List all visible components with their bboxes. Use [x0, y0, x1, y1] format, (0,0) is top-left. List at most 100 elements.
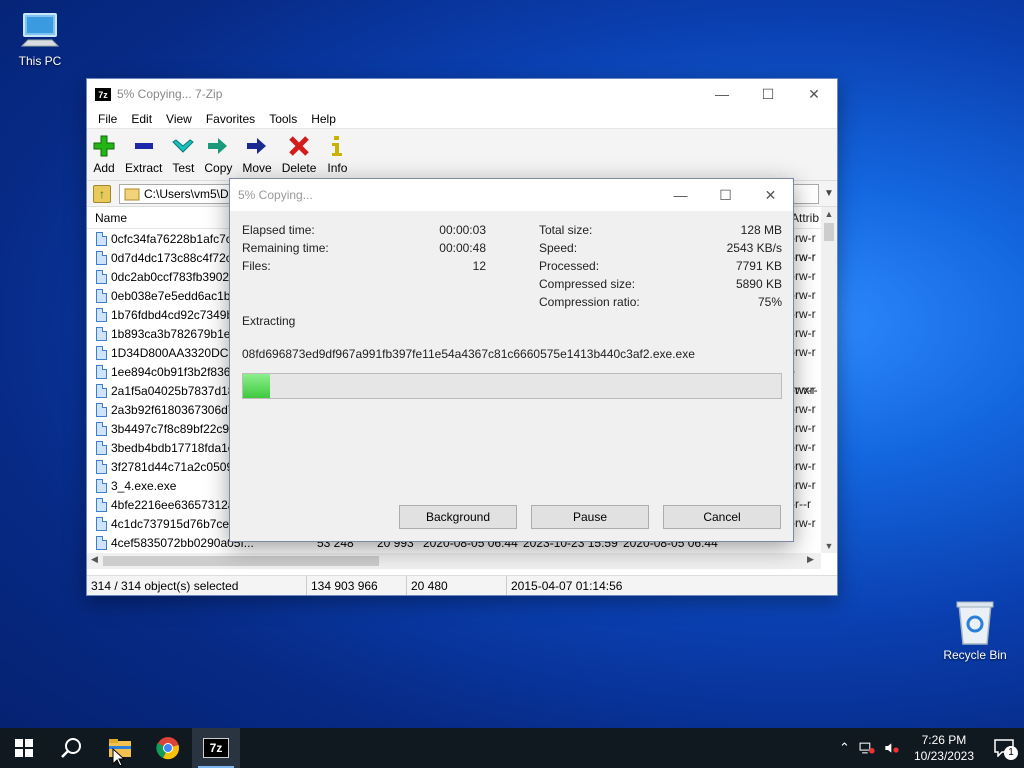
file-icon — [96, 421, 107, 436]
chevron-down-icon[interactable]: ▼ — [821, 188, 837, 199]
file-icon — [96, 459, 107, 474]
close-button[interactable]: ✕ — [791, 79, 837, 109]
desktop-icon-label: This PC — [18, 54, 62, 68]
cell-attr: -rw-r — [791, 440, 816, 454]
folder-icon — [124, 188, 140, 200]
add-button[interactable]: Add — [93, 133, 115, 175]
clock-time: 7:26 PM — [921, 733, 967, 747]
chevron-up-icon[interactable]: ⌃ — [835, 740, 854, 756]
recycle-bin-icon — [956, 601, 994, 645]
menu-tools[interactable]: Tools — [262, 112, 304, 126]
file-icon — [96, 383, 107, 398]
file-icon — [96, 535, 107, 550]
cancel-button[interactable]: Cancel — [663, 505, 781, 529]
file-icon — [96, 345, 107, 360]
test-button[interactable]: Test — [172, 133, 194, 175]
computer-icon — [20, 13, 60, 47]
speed-label: Speed: — [539, 241, 578, 255]
clock-date: 10/23/2023 — [913, 749, 974, 763]
file-icon — [96, 250, 107, 265]
cell-attr: -rw-r — [791, 250, 816, 264]
dialog-titlebar[interactable]: 5% Copying... — ☐ ✕ — [230, 179, 793, 211]
info-button[interactable]: Info — [326, 133, 348, 175]
notification-center-button[interactable]: 1 — [984, 728, 1024, 768]
file-explorer-button[interactable] — [96, 728, 144, 768]
scroll-left-icon[interactable]: ◀ — [91, 554, 98, 565]
up-folder-icon[interactable]: ↑ — [93, 184, 111, 203]
toolbar: Add Extract Test Copy Move Delete Info — [87, 129, 837, 181]
action-label: Extracting — [242, 314, 296, 328]
horizontal-scrollbar[interactable]: ◀ ▶ — [87, 553, 821, 569]
sevenzip-taskbar-button[interactable]: 7z — [192, 728, 240, 768]
cell-attr: -r--r — [791, 497, 811, 511]
progress-bar — [242, 373, 782, 399]
processed-label: Processed: — [539, 259, 600, 273]
menu-file[interactable]: File — [91, 112, 124, 126]
files-value: 12 — [472, 259, 486, 273]
move-arrow-icon — [246, 133, 268, 159]
minimize-button[interactable]: — — [699, 79, 745, 109]
files-label: Files: — [242, 259, 271, 273]
cell-attr: -rw-r — [791, 288, 816, 302]
compressed-size-value: 5890 KB — [735, 277, 782, 291]
copy-button[interactable]: Copy — [204, 133, 232, 175]
copy-arrow-icon — [207, 133, 229, 159]
system-tray: ⌃ 7:26 PM 10/23/2023 1 — [835, 728, 1024, 768]
chrome-button[interactable] — [144, 728, 192, 768]
extract-button[interactable]: Extract — [125, 133, 162, 175]
clock[interactable]: 7:26 PM 10/23/2023 — [904, 732, 984, 764]
delete-x-icon — [288, 133, 310, 159]
network-icon[interactable] — [854, 739, 880, 757]
main-titlebar[interactable]: 7z 5% Copying... 7-Zip — ☐ ✕ — [87, 79, 837, 109]
pause-button[interactable]: Pause — [531, 505, 649, 529]
info-icon — [326, 133, 348, 159]
status-size: 134 903 966 — [307, 576, 407, 595]
check-icon — [172, 133, 195, 159]
start-button[interactable] — [0, 728, 48, 768]
scroll-down-icon[interactable]: ▼ — [821, 541, 837, 551]
minimize-button[interactable]: — — [658, 179, 703, 211]
menu-view[interactable]: View — [159, 112, 199, 126]
file-icon — [96, 231, 107, 246]
scroll-thumb[interactable] — [824, 223, 834, 241]
delete-button[interactable]: Delete — [282, 133, 316, 175]
background-button[interactable]: Background — [399, 505, 517, 529]
search-button[interactable] — [48, 728, 96, 768]
total-size-value: 128 MB — [740, 223, 782, 237]
maximize-button[interactable]: ☐ — [703, 179, 748, 211]
cell-attr: -rw-r — [791, 478, 816, 492]
cell-attr: -rw-r — [791, 459, 816, 473]
file-icon — [96, 402, 107, 417]
scroll-thumb[interactable] — [103, 556, 379, 566]
progress-fill — [243, 374, 270, 398]
menu-edit[interactable]: Edit — [124, 112, 159, 126]
file-icon — [96, 364, 107, 379]
menu-help[interactable]: Help — [304, 112, 343, 126]
file-icon — [96, 516, 107, 531]
attrib-column: Attrib -rw-r -rw-r -rw-r -rw-r -rw-r -rw-r -rw… — [791, 207, 821, 530]
remaining-value: 00:00:48 — [439, 241, 486, 255]
maximize-button[interactable]: ☐ — [745, 79, 791, 109]
status-date: 2015-04-07 01:14:56 — [511, 578, 623, 593]
compression-ratio-value: 75% — [757, 295, 782, 309]
move-button[interactable]: Move — [242, 133, 272, 175]
file-icon — [96, 440, 107, 455]
window-title: 5% Copying... 7-Zip — [117, 87, 223, 101]
volume-muted-icon[interactable] — [880, 739, 904, 757]
vertical-scrollbar[interactable]: ▲ ▼ — [821, 207, 837, 553]
current-file: 08fd696873ed9df967a991fb397fe11e54a4367c… — [242, 347, 695, 361]
desktop-icon-recycle-bin[interactable]: Recycle Bin — [935, 600, 1015, 662]
scroll-up-icon[interactable]: ▲ — [821, 209, 837, 219]
cell-attr: -rw-r — [791, 307, 816, 321]
total-size-label: Total size: — [539, 223, 593, 237]
elapsed-value: 00:00:03 — [439, 223, 486, 237]
close-button[interactable]: ✕ — [748, 179, 793, 211]
desktop-icon-label: Recycle Bin — [943, 648, 1007, 662]
scroll-right-icon[interactable]: ▶ — [807, 554, 814, 565]
column-attrib[interactable]: Attrib — [791, 207, 821, 229]
dialog-title: 5% Copying... — [238, 188, 313, 202]
menu-favorites[interactable]: Favorites — [199, 112, 262, 126]
chrome-icon — [156, 737, 179, 760]
desktop-icon-this-pc[interactable]: This PC — [0, 8, 80, 68]
search-icon — [61, 738, 81, 758]
